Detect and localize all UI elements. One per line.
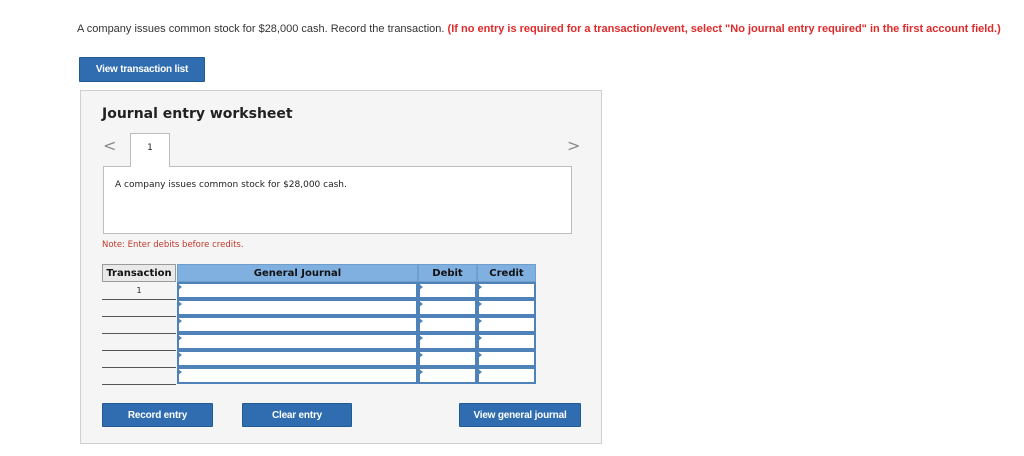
view-general-journal-button[interactable]: View general journal bbox=[459, 403, 581, 427]
header-debit: Debit bbox=[418, 264, 477, 282]
chevron-left-icon[interactable]: < bbox=[103, 136, 116, 155]
credit-field-2[interactable] bbox=[477, 299, 536, 316]
header-transaction: Transaction bbox=[102, 264, 176, 282]
question-text: A company issues common stock for $28,00… bbox=[77, 23, 1017, 35]
tab-transaction-1[interactable]: 1 bbox=[130, 133, 170, 167]
debit-field-3[interactable] bbox=[418, 316, 477, 333]
view-transaction-list-button[interactable]: View transaction list bbox=[79, 57, 205, 82]
row-divider bbox=[102, 367, 176, 368]
account-field-5[interactable] bbox=[177, 350, 418, 367]
row-divider bbox=[102, 384, 176, 385]
record-entry-button[interactable]: Record entry bbox=[102, 403, 213, 427]
debit-field-2[interactable] bbox=[418, 299, 477, 316]
journal-entry-worksheet: Journal entry worksheet < > 1 A company … bbox=[80, 90, 602, 444]
credit-field-4[interactable] bbox=[477, 333, 536, 350]
account-field-2[interactable] bbox=[177, 299, 418, 316]
debit-field-1[interactable] bbox=[418, 282, 477, 299]
entry-note: Note: Enter debits before credits. bbox=[102, 240, 244, 250]
row-divider bbox=[102, 299, 176, 300]
chevron-right-icon[interactable]: > bbox=[567, 136, 580, 155]
row-divider bbox=[102, 316, 176, 317]
account-field-6[interactable] bbox=[177, 367, 418, 384]
debit-field-4[interactable] bbox=[418, 333, 477, 350]
credit-field-6[interactable] bbox=[477, 367, 536, 384]
credit-field-5[interactable] bbox=[477, 350, 536, 367]
row-divider bbox=[102, 350, 176, 351]
debit-field-5[interactable] bbox=[418, 350, 477, 367]
header-general-journal: General Journal bbox=[177, 264, 418, 282]
account-field-4[interactable] bbox=[177, 333, 418, 350]
account-field-3[interactable] bbox=[177, 316, 418, 333]
debit-field-6[interactable] bbox=[418, 367, 477, 384]
row-1-transaction: 1 bbox=[136, 286, 142, 295]
header-credit: Credit bbox=[477, 264, 536, 282]
clear-entry-button[interactable]: Clear entry bbox=[242, 403, 352, 427]
credit-field-3[interactable] bbox=[477, 316, 536, 333]
question-prompt: A company issues common stock for $28,00… bbox=[77, 23, 448, 35]
transaction-description: A company issues common stock for $28,00… bbox=[103, 166, 572, 234]
question-warning: (If no entry is required for a transacti… bbox=[447, 23, 1001, 35]
account-field-1[interactable] bbox=[177, 282, 418, 299]
worksheet-title: Journal entry worksheet bbox=[102, 106, 293, 122]
credit-field-1[interactable] bbox=[477, 282, 536, 299]
row-divider bbox=[102, 333, 176, 334]
